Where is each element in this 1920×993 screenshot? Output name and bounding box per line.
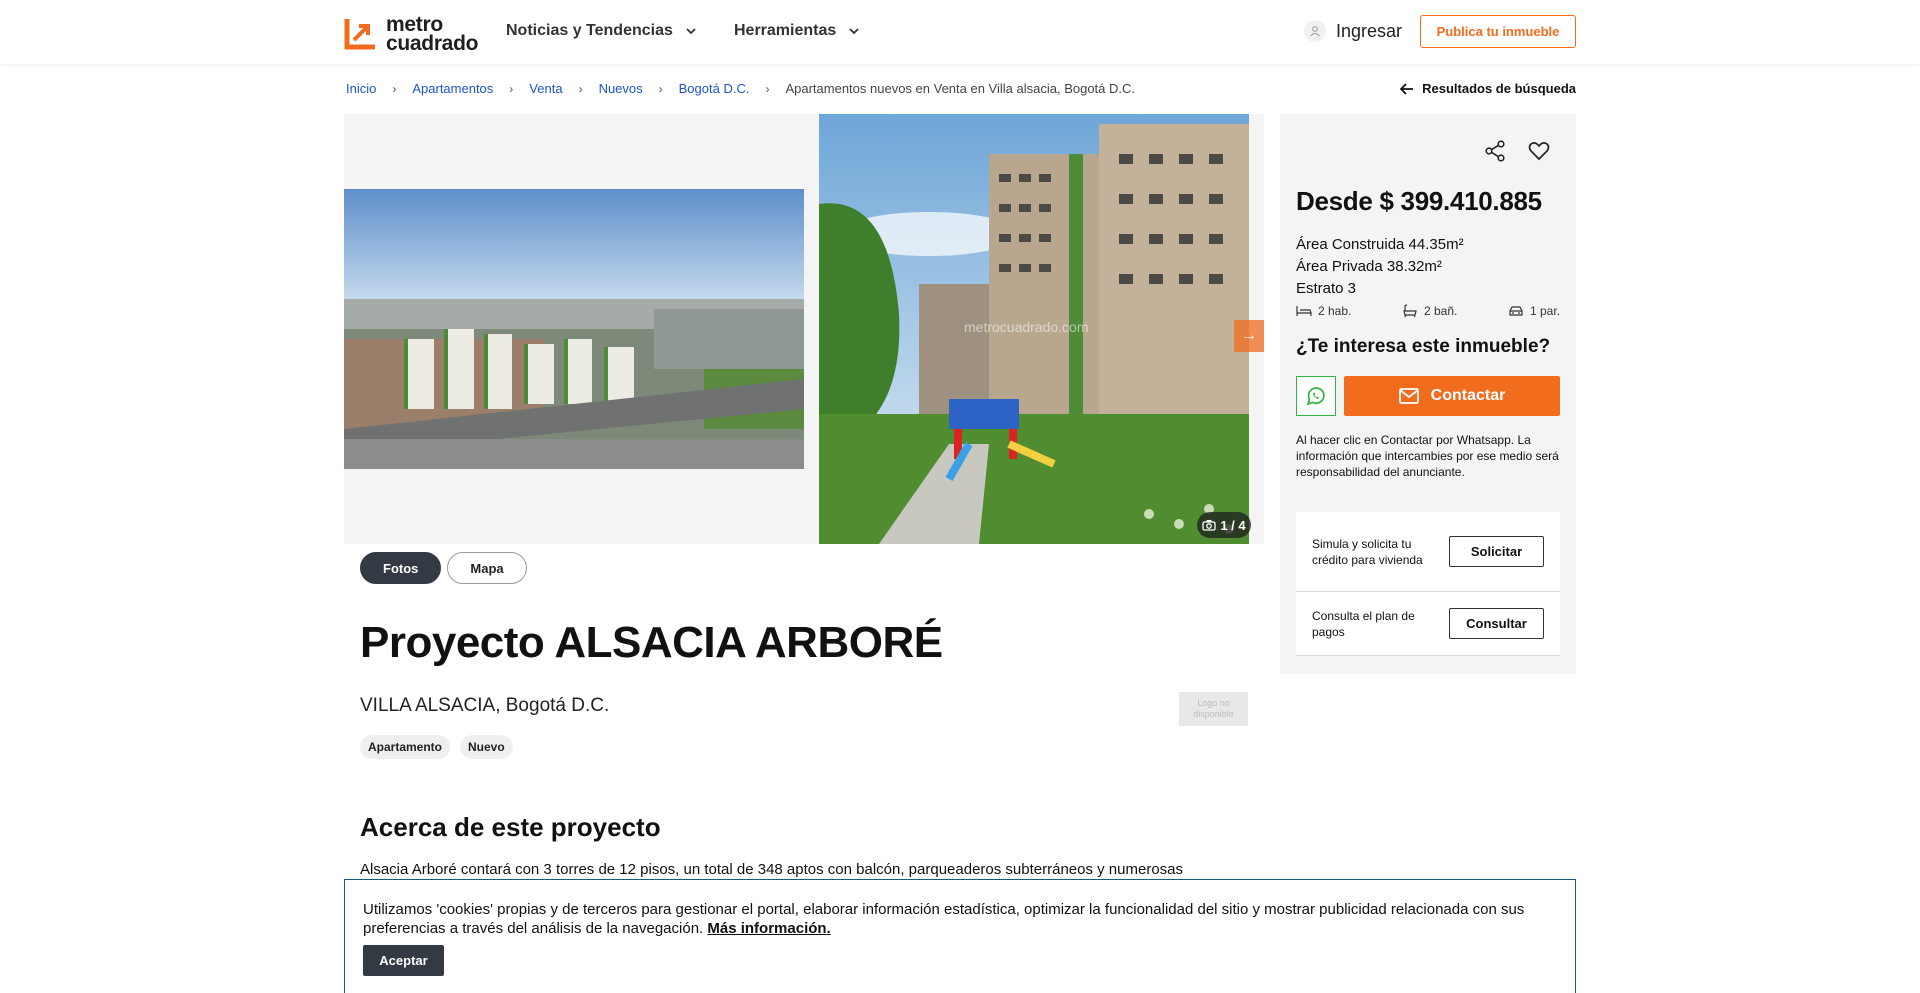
site-logo[interactable]: metro cuadrado bbox=[344, 14, 479, 55]
payment-plan-text: Consulta el plan de pagos bbox=[1312, 608, 1415, 639]
cookie-accept-button[interactable]: Aceptar bbox=[363, 945, 444, 976]
share-icon bbox=[1485, 140, 1505, 162]
back-to-results-link[interactable]: Resultados de búsqueda bbox=[1400, 81, 1576, 96]
chip-apartamento: Apartamento bbox=[360, 735, 451, 759]
property-specs: Área Construida 44.35m² Área Privada 38.… bbox=[1296, 234, 1464, 300]
gallery-watermark: metrocuadrado.com bbox=[964, 319, 1089, 335]
bed-icon bbox=[1296, 306, 1312, 316]
amenities-row: 2 hab. 2 bañ. 1 par. bbox=[1296, 304, 1560, 318]
project-title: Proyecto ALSACIA ARBORÉ bbox=[360, 618, 943, 667]
cookie-more-info-link[interactable]: Más información. bbox=[707, 920, 830, 937]
parking: 1 par. bbox=[1508, 304, 1560, 318]
property-chips: Apartamento Nuevo bbox=[360, 735, 513, 759]
breadcrumb: Inicio › Apartamentos › Venta › Nuevos ›… bbox=[346, 81, 1135, 96]
chevron-down-icon bbox=[686, 28, 696, 35]
price: Desde $ 399.410.885 bbox=[1296, 186, 1542, 216]
photo-counter: 1 / 4 bbox=[1197, 512, 1251, 538]
whatsapp-button[interactable] bbox=[1296, 376, 1336, 416]
gallery-tabs: Fotos Mapa bbox=[360, 552, 527, 584]
parking-text: 1 par. bbox=[1529, 304, 1560, 318]
breadcrumb-apartamentos[interactable]: Apartamentos bbox=[412, 81, 493, 96]
cookie-text: Utilizamos 'cookies' propias y de tercer… bbox=[363, 901, 1525, 937]
arrow-right-icon: → bbox=[1241, 327, 1257, 344]
about-text: Alsacia Arboré contará con 3 torres de 1… bbox=[360, 861, 1184, 878]
breadcrumb-separator: › bbox=[392, 81, 397, 96]
login-label: Ingresar bbox=[1336, 20, 1403, 41]
tab-mapa[interactable]: Mapa bbox=[447, 552, 527, 584]
logo-text: metro cuadrado bbox=[386, 14, 479, 55]
logo-mark-icon bbox=[344, 16, 380, 52]
cookie-banner: Utilizamos 'cookies' propias y de tercer… bbox=[344, 879, 1576, 993]
breadcrumb-separator: › bbox=[509, 81, 514, 96]
bath-icon bbox=[1403, 304, 1417, 318]
arrow-left-icon bbox=[1400, 82, 1414, 95]
baths-text: 2 bañ. bbox=[1423, 304, 1458, 318]
consultar-button[interactable]: Consultar bbox=[1449, 608, 1544, 639]
price-sidebar: Desde $ 399.410.885 Área Construida 44.3… bbox=[1280, 114, 1576, 674]
cookie-text-block: Utilizamos 'cookies' propias y de tercer… bbox=[363, 900, 1563, 938]
about-title: Acerca de este proyecto bbox=[360, 812, 661, 842]
gallery-photo-aerial[interactable] bbox=[344, 189, 804, 469]
breadcrumb-separator: › bbox=[578, 81, 583, 96]
login-link[interactable]: Ingresar bbox=[1304, 20, 1402, 42]
rooms: 2 hab. bbox=[1296, 304, 1351, 318]
breadcrumb-nuevos[interactable]: Nuevos bbox=[599, 81, 643, 96]
project-location: VILLA ALSACIA, Bogotá D.C. bbox=[360, 695, 610, 716]
payment-plan-card: Consulta el plan de pagos Consultar bbox=[1296, 592, 1560, 656]
heart-icon bbox=[1528, 142, 1550, 161]
photo-gallery: metrocuadrado.com → 1 / 4 bbox=[344, 114, 1264, 544]
contact-label: Contactar bbox=[1430, 387, 1506, 404]
breadcrumb-inicio[interactable]: Inicio bbox=[346, 81, 376, 96]
chip-nuevo: Nuevo bbox=[460, 735, 513, 759]
contact-button[interactable]: Contactar bbox=[1344, 376, 1560, 416]
share-button[interactable] bbox=[1482, 138, 1508, 164]
nav-noticias[interactable]: Noticias y Tendencias bbox=[506, 22, 697, 40]
camera-icon bbox=[1202, 520, 1216, 531]
solicitar-button[interactable]: Solicitar bbox=[1449, 536, 1544, 567]
mail-icon bbox=[1398, 388, 1419, 404]
whatsapp-icon bbox=[1306, 387, 1325, 406]
area-private: Área Privada 38.32m² bbox=[1296, 258, 1442, 275]
builder-logo-placeholder: Logo no disponible bbox=[1179, 692, 1248, 726]
area-built: Área Construida 44.35m² bbox=[1296, 236, 1464, 253]
favorite-button[interactable] bbox=[1526, 138, 1552, 164]
logo-line-2: cuadrado bbox=[386, 32, 479, 55]
estrato: Estrato 3 bbox=[1296, 280, 1357, 297]
top-header: metro cuadrado Noticias y Tendencias Her… bbox=[0, 0, 1920, 64]
photo-counter-text: 1 / 4 bbox=[1220, 517, 1246, 533]
nav-herramientas[interactable]: Herramientas bbox=[734, 22, 860, 40]
breadcrumb-separator: › bbox=[658, 81, 663, 96]
breadcrumb-current: Apartamentos nuevos en Venta en Villa al… bbox=[785, 81, 1136, 96]
gallery-next-button[interactable]: → bbox=[1234, 320, 1264, 352]
car-icon bbox=[1509, 306, 1523, 316]
rooms-text: 2 hab. bbox=[1318, 304, 1352, 318]
baths: 2 bañ. bbox=[1402, 304, 1457, 318]
breadcrumb-separator: › bbox=[765, 81, 770, 96]
interest-heading: ¿Te interesa este inmueble? bbox=[1296, 336, 1551, 357]
finance-cards: Simula y solicita tu crédito para vivien… bbox=[1296, 512, 1560, 656]
credit-card-text: Simula y solicita tu crédito para vivien… bbox=[1312, 536, 1423, 567]
contact-disclaimer: Al hacer clic en Contactar por Whatsapp.… bbox=[1296, 433, 1559, 479]
breadcrumb-bogota[interactable]: Bogotá D.C. bbox=[679, 81, 750, 96]
back-to-results-label: Resultados de búsqueda bbox=[1422, 81, 1576, 96]
nav-noticias-label: Noticias y Tendencias bbox=[506, 22, 673, 39]
nav-herramientas-label: Herramientas bbox=[734, 22, 837, 39]
chevron-down-icon bbox=[849, 28, 859, 35]
breadcrumb-venta[interactable]: Venta bbox=[529, 81, 562, 96]
publish-property-button[interactable]: Publica tu inmueble bbox=[1420, 15, 1576, 48]
user-icon bbox=[1304, 20, 1326, 42]
credit-card: Simula y solicita tu crédito para vivien… bbox=[1296, 512, 1560, 592]
tab-fotos[interactable]: Fotos bbox=[360, 552, 442, 584]
